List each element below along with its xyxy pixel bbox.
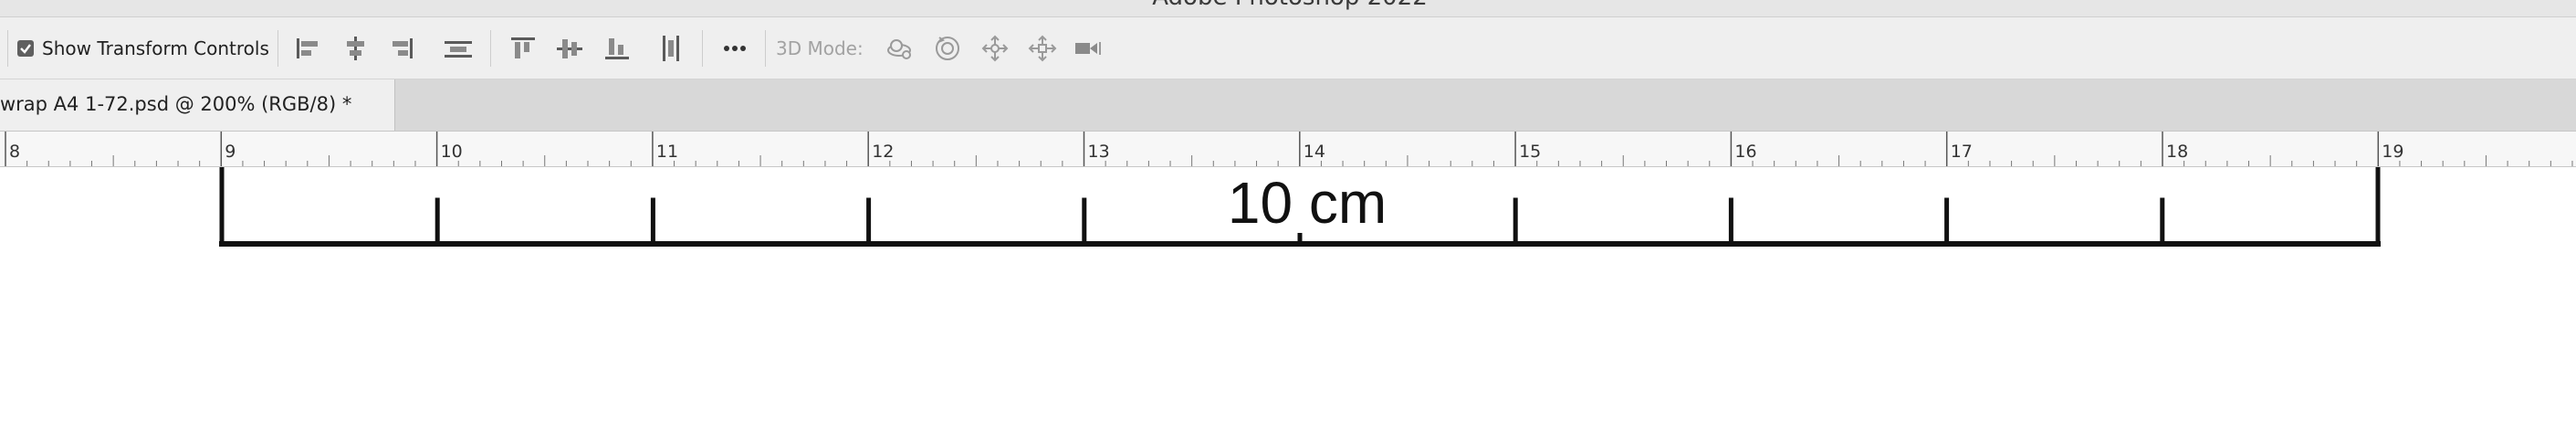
app-title: Adobe Photoshop 2022: [1152, 0, 1428, 11]
align-left-edges-icon[interactable]: [292, 35, 323, 62]
checkmark-icon: [20, 44, 31, 54]
ruler-label: 12: [872, 142, 895, 162]
3d-mode-label: 3D Mode:: [776, 37, 864, 59]
options-separator: [7, 30, 8, 67]
slide-3d-icon[interactable]: [1027, 35, 1058, 62]
align-bottom-edges-icon[interactable]: [602, 35, 633, 62]
horizontal-ruler: 8 9 10 11 12 13 14 15 16 17 18 19: [0, 132, 2576, 167]
align-vertical-centers-icon[interactable]: [554, 35, 585, 62]
align-top-edges-icon[interactable]: [508, 35, 539, 62]
ruler-label: 8: [9, 142, 21, 162]
ruler-label: 9: [225, 142, 236, 162]
ruler-label: 17: [1950, 142, 1973, 162]
distribute-horizontal-icon[interactable]: [443, 35, 474, 62]
scale-bar-label: 10 cm: [1223, 173, 1391, 233]
ruler-label: 14: [1303, 142, 1325, 162]
distribute-vertical-icon[interactable]: [655, 35, 686, 62]
title-bar: Adobe Photoshop 2022: [0, 0, 2576, 17]
ruler-label: 15: [1519, 142, 1542, 162]
ruler-label: 10: [440, 142, 463, 162]
options-separator: [490, 30, 491, 67]
show-transform-controls-label[interactable]: Show Transform Controls: [42, 37, 269, 60]
scale-3d-camera-icon[interactable]: [1073, 35, 1105, 62]
document-tab-bar: wrap A4 1-72.psd @ 200% (RGB/8) *: [0, 79, 2576, 132]
options-separator: [277, 30, 278, 67]
document-tab-label[interactable]: wrap A4 1-72.psd @ 200% (RGB/8) *: [0, 92, 351, 116]
ruler-label: 13: [1087, 142, 1110, 162]
pan-3d-icon[interactable]: [979, 35, 1011, 62]
options-bar: Show Transform Controls 3D Mode:: [0, 17, 2576, 79]
align-right-edges-icon[interactable]: [386, 35, 417, 62]
ruler-label: 16: [1734, 142, 1757, 162]
options-separator: [765, 30, 766, 67]
document-tab[interactable]: wrap A4 1-72.psd @ 200% (RGB/8) *: [0, 79, 395, 131]
align-horizontal-centers-icon[interactable]: [340, 35, 371, 62]
ruler-label: 18: [2166, 142, 2189, 162]
ruler-label: 11: [655, 142, 679, 162]
roll-3d-icon[interactable]: [932, 35, 963, 62]
show-transform-controls-checkbox[interactable]: [17, 40, 34, 57]
ruler-ticks: [5, 132, 2573, 166]
ruler-label: 19: [2382, 142, 2404, 162]
more-options-button[interactable]: [719, 35, 750, 62]
options-separator: [702, 30, 703, 67]
orbit-3d-icon[interactable]: [885, 35, 916, 62]
